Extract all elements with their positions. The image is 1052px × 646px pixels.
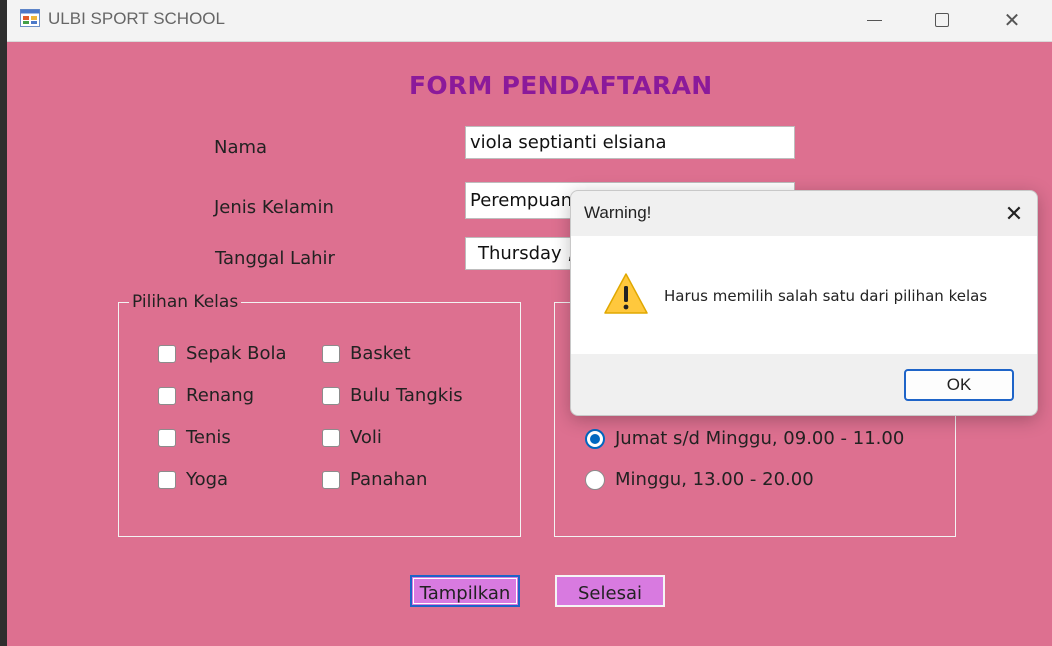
radio-label: Jumat s/d Minggu, 09.00 - 11.00	[615, 428, 905, 449]
title-bar[interactable]: ULBI SPORT SCHOOL ✕	[7, 0, 1052, 42]
checkbox-box[interactable]	[322, 344, 340, 363]
checkbox-voli[interactable]: Voli	[322, 427, 382, 448]
checkbox-bulu-tangkis[interactable]: Bulu Tangkis	[322, 385, 463, 406]
warning-icon	[604, 273, 648, 314]
minimize-button[interactable]	[839, 0, 909, 40]
checkbox-label: Basket	[350, 343, 411, 364]
radio-selected-icon[interactable]	[585, 428, 605, 449]
checkbox-box[interactable]	[158, 344, 176, 363]
close-button[interactable]: ✕	[977, 0, 1047, 40]
dialog-message: Harus memilih salah satu dari pilihan ke…	[664, 287, 988, 305]
nama-input[interactable]: viola septianti elsiana	[465, 126, 795, 159]
radio-unselected-icon[interactable]	[585, 469, 605, 490]
dialog-body: Harus memilih salah satu dari pilihan ke…	[571, 236, 1037, 354]
close-icon: ✕	[1003, 8, 1021, 32]
window-title: ULBI SPORT SCHOOL	[48, 9, 225, 28]
warning-dialog: Warning! ✕ Harus memilih salah satu dari…	[570, 190, 1038, 416]
dialog-close-button[interactable]: ✕	[999, 199, 1029, 229]
checkbox-renang[interactable]: Renang	[158, 385, 254, 406]
checkbox-tenis[interactable]: Tenis	[158, 427, 231, 448]
pilihan-kelas-group: Pilihan Kelas	[118, 292, 521, 537]
checkbox-box[interactable]	[158, 428, 176, 447]
jenis-kelamin-label: Jenis Kelamin	[214, 197, 334, 218]
app-icon	[20, 9, 40, 27]
nama-label: Nama	[214, 137, 268, 158]
tampilkan-button[interactable]: Tampilkan	[410, 575, 520, 607]
checkbox-label: Panahan	[350, 469, 428, 490]
tanggal-lahir-label: Tanggal Lahir	[215, 248, 335, 269]
pilihan-kelas-title: Pilihan Kelas	[129, 292, 242, 312]
ok-button[interactable]: OK	[904, 369, 1014, 401]
radio-jumat-minggu[interactable]: Jumat s/d Minggu, 09.00 - 11.00	[585, 428, 904, 449]
checkbox-label: Voli	[350, 427, 382, 448]
checkbox-box[interactable]	[322, 386, 340, 405]
maximize-icon	[935, 13, 949, 27]
checkbox-yoga[interactable]: Yoga	[158, 469, 228, 490]
checkbox-label: Tenis	[186, 427, 231, 448]
checkbox-label: Sepak Bola	[186, 343, 287, 364]
dialog-title: Warning!	[584, 203, 652, 222]
checkbox-box[interactable]	[158, 386, 176, 405]
form-heading: FORM PENDAFTARAN	[409, 71, 713, 100]
maximize-button[interactable]	[907, 0, 977, 40]
minimize-icon	[866, 19, 882, 21]
checkbox-basket[interactable]: Basket	[322, 343, 411, 364]
checkbox-label: Yoga	[186, 469, 229, 490]
checkbox-box[interactable]	[158, 470, 176, 489]
checkbox-box[interactable]	[322, 470, 340, 489]
checkbox-sepak-bola[interactable]: Sepak Bola	[158, 343, 287, 364]
radio-label: Minggu, 13.00 - 20.00	[615, 469, 814, 490]
checkbox-panahan[interactable]: Panahan	[322, 469, 427, 490]
checkbox-box[interactable]	[322, 428, 340, 447]
checkbox-label: Renang	[186, 385, 255, 406]
close-icon: ✕	[1004, 201, 1024, 227]
selesai-button[interactable]: Selesai	[555, 575, 665, 607]
radio-minggu[interactable]: Minggu, 13.00 - 20.00	[585, 469, 814, 490]
checkbox-label: Bulu Tangkis	[350, 385, 463, 406]
